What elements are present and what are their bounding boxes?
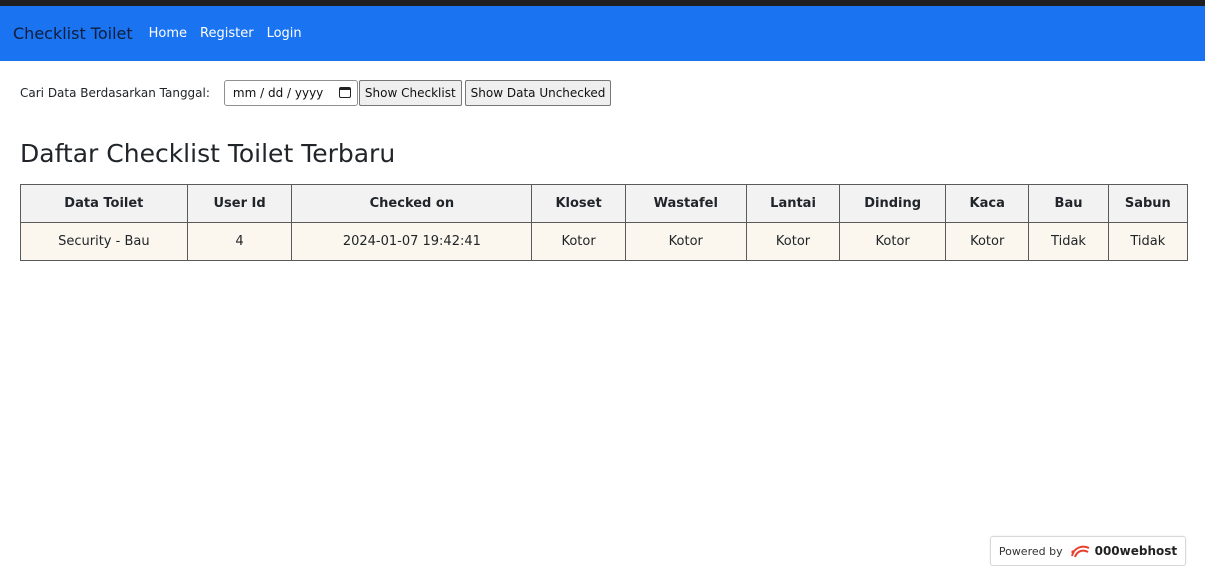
- nav-link-register[interactable]: Register: [200, 26, 254, 41]
- table-row: Security - Bau 4 2024-01-07 19:42:41 Kot…: [20, 222, 1189, 261]
- table-cell: Tidak: [1107, 222, 1189, 261]
- table-cell: 4: [186, 222, 293, 261]
- nav-link-home[interactable]: Home: [149, 26, 187, 41]
- date-search-form: Cari Data Berdasarkan Tanggal: mm / dd /…: [0, 79, 1205, 106]
- 000webhost-brand-text: 000webhost: [1094, 544, 1178, 558]
- table-cell: Kotor: [531, 222, 626, 261]
- page-title: Daftar Checklist Toilet Terbaru: [20, 139, 396, 168]
- table-header-row: Data Toilet User Id Checked on Kloset Wa…: [20, 184, 1189, 223]
- powered-by-text: Powered by: [998, 544, 1063, 558]
- table-cell: Kotor: [745, 222, 841, 261]
- calendar-icon[interactable]: [338, 87, 351, 98]
- column-header-lantai: Lantai: [745, 184, 841, 223]
- date-search-label: Cari Data Berdasarkan Tanggal:: [20, 85, 210, 100]
- column-header-kloset: Kloset: [531, 184, 626, 223]
- column-header-dinding: Dinding: [839, 184, 947, 223]
- checklist-table-container: Data Toilet User Id Checked on Kloset Wa…: [20, 184, 1189, 261]
- table-cell: Kotor: [945, 222, 1030, 261]
- navbar-brand[interactable]: Checklist Toilet: [13, 24, 133, 43]
- column-header-sabun: Sabun: [1107, 184, 1189, 223]
- table-cell: Security - Bau: [20, 222, 188, 261]
- nav-link-login[interactable]: Login: [267, 26, 302, 41]
- column-header-data-toilet: Data Toilet: [20, 184, 188, 223]
- column-header-checked-on: Checked on: [291, 184, 533, 223]
- date-input[interactable]: mm / dd / yyyy: [223, 79, 358, 106]
- column-header-kaca: Kaca: [945, 184, 1030, 223]
- table-cell: Kotor: [839, 222, 947, 261]
- show-unchecked-button[interactable]: Show Data Unchecked: [464, 79, 612, 106]
- navbar: Checklist Toilet Home Register Login: [0, 6, 1205, 61]
- table-cell: 2024-01-07 19:42:41: [291, 222, 533, 261]
- date-input-placeholder: mm / dd / yyyy: [232, 85, 324, 100]
- column-header-bau: Bau: [1028, 184, 1109, 223]
- 000webhost-logo-icon: [1069, 543, 1091, 559]
- checklist-table: Data Toilet User Id Checked on Kloset Wa…: [20, 184, 1189, 261]
- table-cell: Tidak: [1028, 222, 1109, 261]
- table-cell: Kotor: [624, 222, 747, 261]
- column-header-wastafel: Wastafel: [624, 184, 747, 223]
- powered-by-badge[interactable]: Powered by 000webhost: [990, 536, 1186, 566]
- column-header-user-id: User Id: [186, 184, 293, 223]
- show-checklist-button[interactable]: Show Checklist: [358, 79, 462, 106]
